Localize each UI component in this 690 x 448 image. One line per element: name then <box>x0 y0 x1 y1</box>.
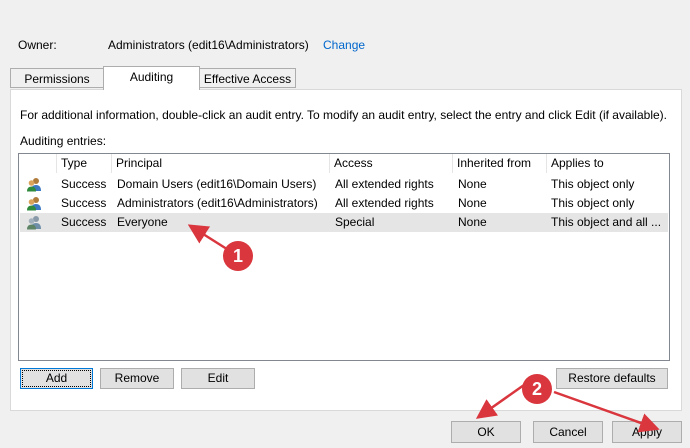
row-applies-to: This object only <box>551 196 635 210</box>
column-header-access[interactable]: Access <box>330 154 453 173</box>
row-access: Special <box>335 215 375 229</box>
info-text: For additional information, double-click… <box>20 108 667 122</box>
annotation-badge-1: 1 <box>223 241 253 271</box>
auditing-entries-label: Auditing entries: <box>20 134 107 148</box>
table-row[interactable]: Success Administrators (edit16\Administr… <box>20 194 668 213</box>
row-applies-to: This object and all ... <box>551 215 662 229</box>
row-inherited-from: None <box>458 196 487 210</box>
owner-label: Owner: <box>18 38 57 52</box>
row-type: Success <box>61 177 107 191</box>
row-inherited-from: None <box>458 177 487 191</box>
column-header-applies-to[interactable]: Applies to <box>547 154 669 173</box>
table-row[interactable]: Success Domain Users (edit16\Domain User… <box>20 175 668 194</box>
row-principal: Everyone <box>117 215 168 229</box>
apply-button[interactable]: Apply <box>612 421 682 443</box>
table-row-selected[interactable]: Success Everyone Special None This objec… <box>20 213 668 232</box>
auditing-entries-list[interactable]: Type Principal Access Inherited from App… <box>18 153 670 361</box>
row-inherited-from: None <box>458 215 487 229</box>
row-type: Success <box>61 196 107 210</box>
tab-auditing[interactable]: Auditing <box>103 66 200 90</box>
owner-value: Administrators (edit16\Administrators) <box>108 38 309 52</box>
row-applies-to: This object only <box>551 177 635 191</box>
tab-permissions[interactable]: Permissions <box>10 68 104 88</box>
row-access: All extended rights <box>335 177 434 191</box>
user-group-icon <box>27 216 41 230</box>
add-button-label: Add <box>22 370 91 387</box>
tab-effective-access[interactable]: Effective Access <box>199 68 296 88</box>
user-group-icon <box>27 178 41 192</box>
user-group-icon <box>27 197 41 211</box>
row-principal: Domain Users (edit16\Domain Users) <box>117 177 317 191</box>
remove-button[interactable]: Remove <box>100 368 174 389</box>
change-owner-link[interactable]: Change <box>323 38 365 52</box>
column-header-type[interactable]: Type <box>57 154 112 173</box>
restore-defaults-button[interactable]: Restore defaults <box>556 368 668 389</box>
column-header-principal[interactable]: Principal <box>112 154 330 173</box>
edit-button[interactable]: Edit <box>181 368 255 389</box>
column-header-icon <box>19 154 57 173</box>
row-principal: Administrators (edit16\Administrators) <box>117 196 318 210</box>
add-button[interactable]: Add <box>20 368 93 389</box>
cancel-button[interactable]: Cancel <box>533 421 603 443</box>
ok-button[interactable]: OK <box>451 421 521 443</box>
column-header-inherited-from[interactable]: Inherited from <box>453 154 547 173</box>
row-type: Success <box>61 215 107 229</box>
row-access: All extended rights <box>335 196 434 210</box>
annotation-badge-2: 2 <box>522 374 552 404</box>
